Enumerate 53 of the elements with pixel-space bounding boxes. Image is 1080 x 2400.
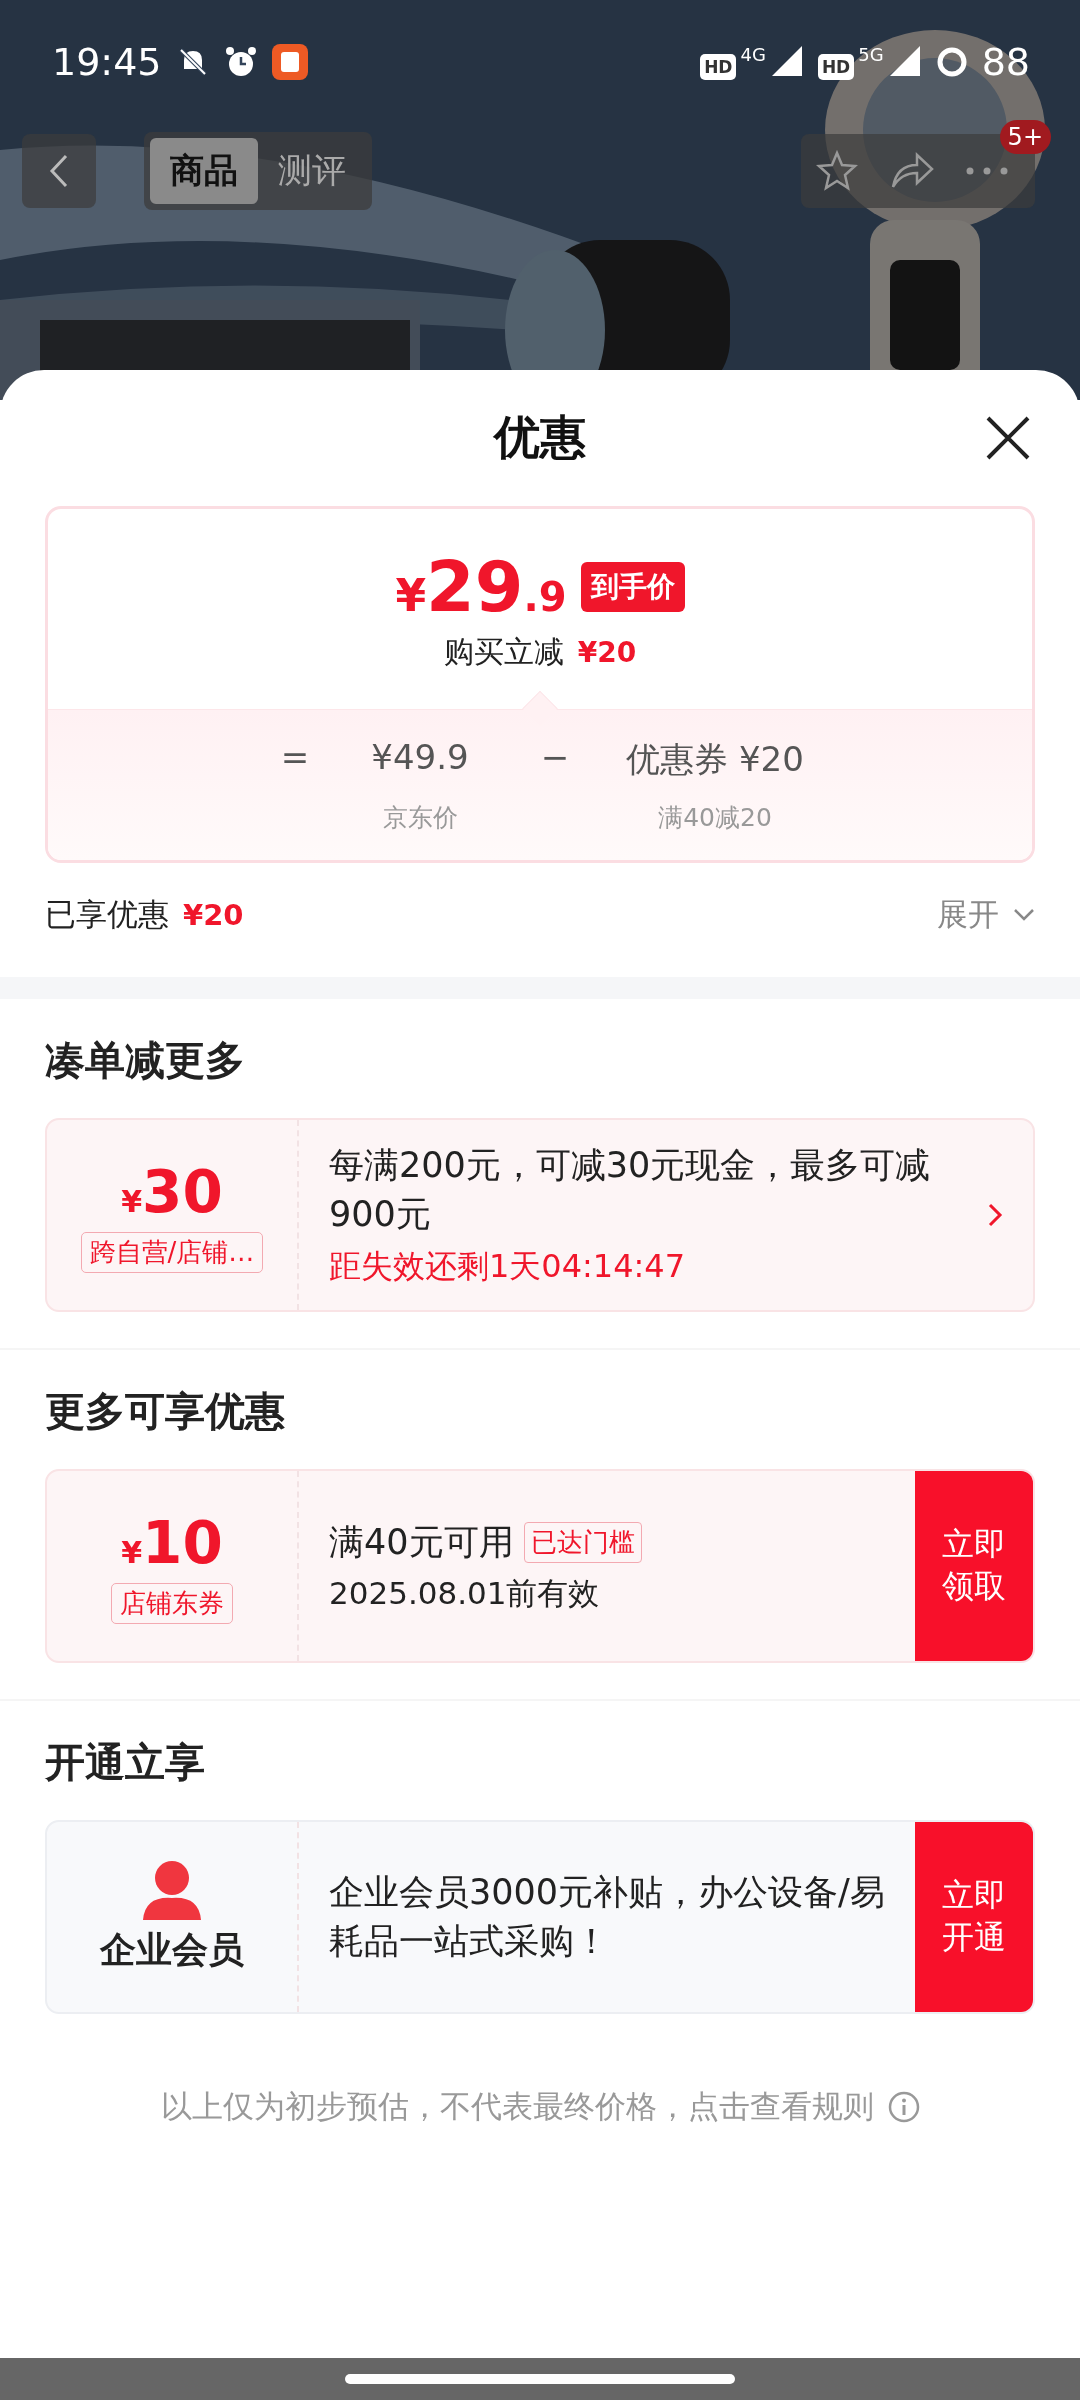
back-button[interactable] xyxy=(22,134,96,208)
coupon-label: 满40减20 xyxy=(657,801,773,834)
chevron-left-icon[interactable] xyxy=(49,153,69,189)
coupon-tag: 跨自营/店铺… xyxy=(80,1231,264,1273)
battery-ring-icon xyxy=(935,46,968,78)
coupon-amount: ¥30 xyxy=(121,1157,223,1226)
more-icon[interactable] xyxy=(965,166,1009,176)
section-title: 开通立享 xyxy=(45,1738,206,1787)
section-title: 凑单减更多 xyxy=(45,1036,246,1085)
equals-sign: = xyxy=(279,736,311,779)
coupon-tag: 店铺东券 xyxy=(111,1582,233,1624)
hd-label: HD xyxy=(817,54,855,80)
chevron-right-icon[interactable] xyxy=(987,1202,1003,1228)
info-icon[interactable] xyxy=(887,2091,920,2123)
threshold-badge: 已达门槛 xyxy=(523,1521,642,1563)
currency-symbol: ¥ xyxy=(395,569,427,621)
sheet-title: 优惠 xyxy=(494,409,586,466)
promo-description: 每满200元，可减30元现金，最多可减900元 xyxy=(329,1144,932,1236)
instant-discount-amount: ¥20 xyxy=(577,635,637,669)
notification-badge: 5+ xyxy=(999,120,1051,154)
alarm-icon xyxy=(223,45,258,79)
claim-button[interactable]: 立即领取 xyxy=(915,1471,1033,1661)
expand-link[interactable]: 展开 xyxy=(937,894,999,936)
instant-discount-label: 购买立减 xyxy=(443,632,564,671)
status-time: 19:45 xyxy=(52,40,162,84)
tab[interactable]: 商品 xyxy=(150,138,258,204)
countdown-text: 距失效还剩1天04:14:47 xyxy=(329,1246,687,1287)
disclaimer-text[interactable]: 以上仅为初步预估，不代表最终价格，点击查看规则 xyxy=(160,2086,874,2128)
final-price: 29 xyxy=(426,545,524,628)
battery-level: 88 xyxy=(981,40,1030,84)
member-name: 企业会员 xyxy=(100,1927,244,1972)
network-label: 5G xyxy=(858,44,884,65)
member-description: 企业会员3000元补贴，办公设备/易耗品一站式采购！ xyxy=(329,1871,885,1963)
final-price-tag: 到手价 xyxy=(580,561,685,612)
coupon-condition: 满40元可用 xyxy=(329,1520,514,1564)
tab[interactable]: 测评 xyxy=(258,138,366,204)
section-title: 更多可享优惠 xyxy=(45,1387,286,1436)
network-label: 4G xyxy=(740,44,766,65)
minus-sign: − xyxy=(539,736,571,779)
price-decimal: .9 xyxy=(523,573,567,620)
base-price: ¥49.9 xyxy=(370,736,470,779)
activate-button[interactable]: 立即开通 xyxy=(915,1822,1033,2012)
coupon-amount: ¥10 xyxy=(121,1508,223,1577)
close-icon[interactable] xyxy=(984,414,1032,462)
validity-text: 2025.08.01前有效 xyxy=(329,1573,601,1613)
base-price-label: 京东价 xyxy=(381,801,459,834)
enjoyed-discount-amount: ¥20 xyxy=(183,898,244,932)
enjoyed-discount-label: 已享优惠 xyxy=(45,895,169,934)
coupon-value: 优惠券 ¥20 xyxy=(625,737,805,781)
chevron-down-icon[interactable] xyxy=(1013,908,1035,922)
star-icon[interactable] xyxy=(815,149,859,193)
hd-label: HD xyxy=(700,54,737,80)
app-icon xyxy=(271,44,308,80)
